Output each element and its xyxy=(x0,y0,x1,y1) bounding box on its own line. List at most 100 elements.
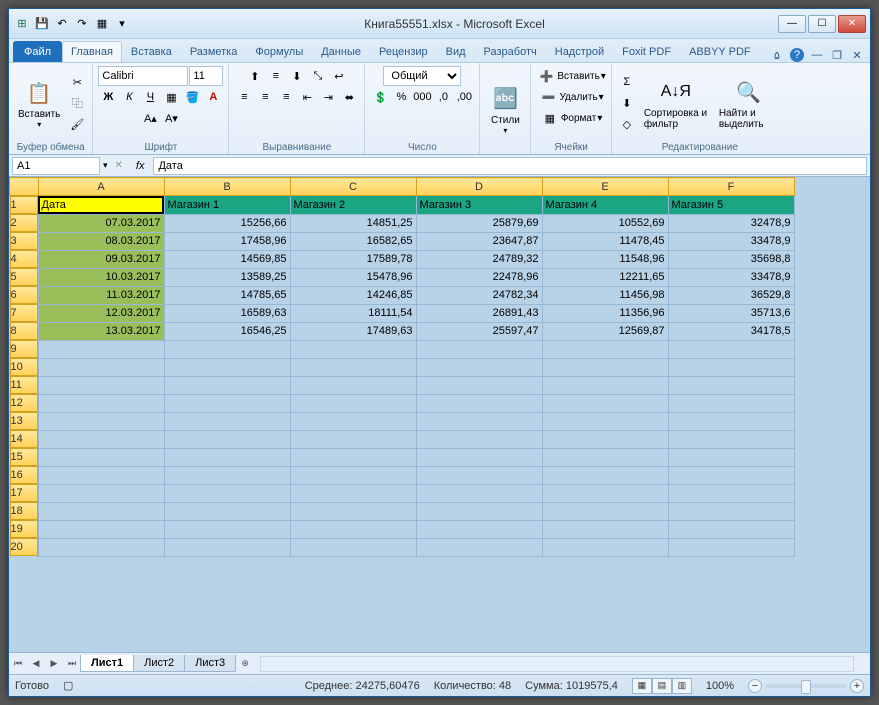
cell[interactable]: Магазин 1 xyxy=(164,196,290,215)
cell[interactable] xyxy=(668,340,794,358)
cell[interactable] xyxy=(290,430,416,448)
cell[interactable]: 12569,87 xyxy=(542,322,668,340)
cell[interactable] xyxy=(542,412,668,430)
cell[interactable] xyxy=(164,340,290,358)
cell[interactable] xyxy=(164,520,290,538)
cell[interactable] xyxy=(542,466,668,484)
cell[interactable] xyxy=(164,538,290,556)
row-header[interactable]: 19 xyxy=(10,520,38,538)
currency-icon[interactable]: 💲 xyxy=(370,87,390,107)
cell[interactable]: 14851,25 xyxy=(290,214,416,232)
cell[interactable]: 08.03.2017 xyxy=(38,232,164,250)
cell[interactable] xyxy=(416,430,542,448)
row-header[interactable]: 14 xyxy=(10,430,38,448)
sort-filter-button[interactable]: А↓Я Сортировка и фильтр xyxy=(640,74,712,132)
align-right-icon[interactable]: ≡ xyxy=(276,87,296,107)
cell[interactable]: 15478,96 xyxy=(290,268,416,286)
row-header[interactable]: 18 xyxy=(10,502,38,520)
zoom-level[interactable]: 100% xyxy=(706,680,734,692)
select-all-corner[interactable] xyxy=(10,178,39,196)
minimize-ribbon-icon[interactable]: ۵ xyxy=(770,48,784,62)
paste-button[interactable]: 📋 Вставить ▾ xyxy=(14,75,64,131)
cell[interactable] xyxy=(668,466,794,484)
wrap-text-icon[interactable]: ↩ xyxy=(329,66,349,86)
cell[interactable] xyxy=(38,484,164,502)
cell[interactable] xyxy=(38,358,164,376)
horizontal-scrollbar[interactable] xyxy=(260,656,854,672)
cell[interactable]: 14785,65 xyxy=(164,286,290,304)
redo-icon[interactable]: ↷ xyxy=(73,15,91,33)
indent-inc-icon[interactable]: ⇥ xyxy=(318,87,338,107)
row-header[interactable]: 8 xyxy=(10,322,38,340)
row-header[interactable]: 1 xyxy=(10,196,38,214)
cell[interactable] xyxy=(164,376,290,394)
fill-color-button[interactable]: 🪣 xyxy=(182,87,202,107)
last-sheet-icon[interactable]: ⏭ xyxy=(63,655,81,673)
row-header[interactable]: 10 xyxy=(10,358,38,376)
cell[interactable] xyxy=(542,340,668,358)
cell[interactable] xyxy=(668,412,794,430)
cell[interactable] xyxy=(38,502,164,520)
fx-cancel-icon[interactable]: ✕ xyxy=(111,160,127,171)
number-format-combo[interactable]: Общий xyxy=(383,66,461,86)
cell[interactable] xyxy=(668,430,794,448)
undo-icon[interactable]: ↶ xyxy=(53,15,71,33)
cell[interactable] xyxy=(164,502,290,520)
cell[interactable]: 11356,96 xyxy=(542,304,668,322)
cell[interactable] xyxy=(164,412,290,430)
fill-icon[interactable]: ⬇ xyxy=(617,93,637,113)
bold-button[interactable]: Ж xyxy=(98,87,118,107)
cell[interactable]: 25879,69 xyxy=(416,214,542,232)
font-size-combo[interactable] xyxy=(189,66,223,86)
orientation-icon[interactable]: ⤡ xyxy=(308,66,328,86)
doc-close-icon[interactable]: ✕ xyxy=(850,48,864,62)
clear-icon[interactable]: ◇ xyxy=(617,114,637,134)
column-header[interactable]: F xyxy=(668,178,794,196)
row-header[interactable]: 11 xyxy=(10,376,38,394)
cell[interactable]: 23647,87 xyxy=(416,232,542,250)
cell[interactable]: 18111,54 xyxy=(290,304,416,322)
qat-item-icon[interactable]: ▦ xyxy=(93,15,111,33)
align-top-icon[interactable]: ⬆ xyxy=(245,66,265,86)
cell[interactable] xyxy=(416,466,542,484)
grid-scroll[interactable]: ABCDEF1ДатаМагазин 1Магазин 2Магазин 3Ма… xyxy=(9,177,870,652)
cell[interactable] xyxy=(416,358,542,376)
row-header[interactable]: 20 xyxy=(10,538,38,556)
row-header[interactable]: 6 xyxy=(10,286,38,304)
row-header[interactable]: 16 xyxy=(10,466,38,484)
cell[interactable] xyxy=(164,484,290,502)
cell[interactable]: Магазин 2 xyxy=(290,196,416,215)
cell[interactable] xyxy=(290,466,416,484)
row-header[interactable]: 4 xyxy=(10,250,38,268)
format-painter-icon[interactable]: 🖌 xyxy=(67,114,87,134)
cell[interactable]: 14246,85 xyxy=(290,286,416,304)
column-header[interactable]: C xyxy=(290,178,416,196)
cell[interactable] xyxy=(164,394,290,412)
cell[interactable] xyxy=(668,538,794,556)
tab-рецензир[interactable]: Рецензир xyxy=(370,41,437,62)
first-sheet-icon[interactable]: ⏮ xyxy=(9,655,27,673)
align-bottom-icon[interactable]: ⬇ xyxy=(287,66,307,86)
cell[interactable]: 07.03.2017 xyxy=(38,214,164,232)
cell[interactable] xyxy=(290,394,416,412)
zoom-out-button[interactable]: − xyxy=(748,679,762,693)
cut-icon[interactable]: ✂ xyxy=(67,72,87,92)
merge-icon[interactable]: ⬌ xyxy=(339,87,359,107)
inc-decimal-icon[interactable]: ,0 xyxy=(433,87,453,107)
cell[interactable] xyxy=(38,466,164,484)
cell[interactable]: 12.03.2017 xyxy=(38,304,164,322)
indent-dec-icon[interactable]: ⇤ xyxy=(297,87,317,107)
cell[interactable] xyxy=(38,520,164,538)
help-icon[interactable]: ? xyxy=(790,48,804,62)
tab-file[interactable]: Файл xyxy=(13,41,62,62)
underline-button[interactable]: Ч xyxy=(140,87,160,107)
save-icon[interactable]: 💾 xyxy=(33,15,51,33)
tab-данные[interactable]: Данные xyxy=(312,41,370,62)
cell[interactable] xyxy=(668,376,794,394)
tab-разметка[interactable]: Разметка xyxy=(181,41,247,62)
cell[interactable]: 17589,78 xyxy=(290,250,416,268)
cell[interactable] xyxy=(668,520,794,538)
cell[interactable]: 15256,66 xyxy=(164,214,290,232)
cell[interactable]: 33478,9 xyxy=(668,268,794,286)
cell[interactable]: 16589,63 xyxy=(164,304,290,322)
